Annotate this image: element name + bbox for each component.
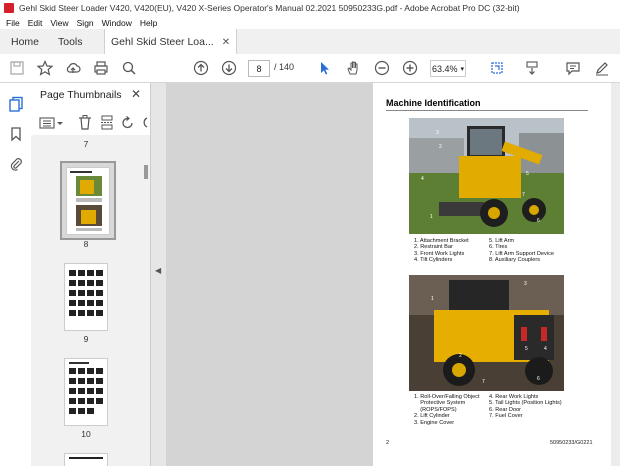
zoom-out-icon[interactable]	[372, 58, 392, 78]
thumbnail-label-7: 7	[83, 139, 89, 149]
save-icon[interactable]	[7, 58, 27, 78]
svg-text:6: 6	[537, 376, 540, 382]
svg-text:1: 1	[431, 296, 434, 302]
select-cursor-icon[interactable]	[314, 58, 334, 78]
svg-text:2: 2	[439, 144, 442, 150]
zoom-in-icon[interactable]	[400, 58, 420, 78]
next-page-icon[interactable]	[219, 58, 239, 78]
zoom-level-value: 63.4%	[431, 63, 458, 74]
thumbnails-scrollbar[interactable]	[143, 135, 150, 466]
more-tools-icon[interactable]	[141, 115, 149, 130]
menu-help[interactable]: Help	[140, 18, 157, 28]
bookmark-star-icon[interactable]	[35, 58, 55, 78]
svg-text:5: 5	[526, 171, 529, 177]
cloud-upload-icon[interactable]	[63, 58, 83, 78]
window-title: Gehl Skid Steer Loader V420, V420(EU), V…	[19, 3, 520, 13]
page-thumbnails-icon[interactable]	[8, 96, 24, 112]
tab-home[interactable]: Home	[11, 29, 39, 54]
acrobat-app-icon	[4, 3, 14, 13]
svg-text:6: 6	[537, 218, 540, 224]
thumbnail-label-8: 8	[83, 239, 89, 249]
tab-document-label: Gehl Skid Steer Loa...	[111, 36, 214, 48]
page-footer-number: 2	[386, 440, 390, 446]
pen-sign-icon[interactable]	[592, 58, 612, 78]
hand-tool-icon[interactable]	[343, 58, 363, 78]
thumbnails-scrollbar-thumb[interactable]	[144, 165, 148, 179]
svg-text:7: 7	[522, 192, 525, 198]
thumbnail-label-9: 9	[83, 334, 89, 344]
thumbnail-page-8-image	[66, 167, 110, 235]
bookmarks-icon[interactable]	[8, 126, 24, 142]
menu-view[interactable]: View	[50, 18, 68, 28]
rear-view-photo: 1 3 2 5 4 7 6	[409, 275, 564, 391]
tab-tools[interactable]: Tools	[58, 29, 83, 54]
menu-edit[interactable]: Edit	[28, 18, 43, 28]
heading-rule	[386, 110, 588, 111]
tab-bar: Home Tools Gehl Skid Steer Loa... ✕	[0, 29, 620, 55]
menu-sign[interactable]: Sign	[77, 18, 94, 28]
thumbnail-page-8[interactable]	[60, 161, 116, 240]
svg-text:2: 2	[459, 353, 462, 359]
rotate-page-icon[interactable]	[121, 115, 135, 130]
svg-text:3: 3	[524, 281, 527, 287]
page-number-input[interactable]: 8	[248, 60, 270, 77]
menu-file[interactable]: File	[6, 18, 20, 28]
thumbnail-page-9[interactable]	[64, 263, 108, 331]
previous-page-icon[interactable]	[191, 58, 211, 78]
tab-document[interactable]: Gehl Skid Steer Loa... ✕	[104, 29, 238, 55]
svg-text:5: 5	[525, 346, 528, 352]
close-panel-icon[interactable]: ✕	[131, 87, 141, 101]
navigation-rail	[0, 83, 32, 466]
attachment-paperclip-icon[interactable]	[8, 156, 24, 172]
page-total: / 140	[274, 62, 295, 72]
delete-page-icon[interactable]	[78, 115, 92, 130]
legend-rear-right: 4. Rear Work Lights 5. Tail Lights (Posi…	[489, 394, 562, 420]
svg-text:7: 7	[482, 379, 485, 385]
zoom-level-dropdown[interactable]: 63.4% ▾	[430, 60, 466, 77]
page-footer-doc-id: 50950233/G0221	[550, 440, 593, 446]
page-display-icon[interactable]	[487, 58, 507, 78]
search-icon[interactable]	[119, 58, 139, 78]
thumbnails-list: 7 8 9 10	[31, 135, 143, 466]
extract-pages-icon[interactable]	[100, 115, 114, 130]
document-scrollbar[interactable]	[611, 83, 620, 466]
thumbnail-page-11[interactable]	[64, 453, 108, 466]
toolbar: 8 / 140 63.4% ▾	[0, 54, 620, 83]
svg-text:1: 1	[430, 214, 433, 220]
menu-bar: File Edit View Sign Window Help	[0, 16, 620, 29]
legend-rear-left: 1. Roll-Over/Falling Object Protective S…	[414, 394, 480, 426]
legend-front-right: 5. Lift Arm 6. Tires 7. Lift Arm Support…	[489, 238, 554, 264]
collapse-panel-arrow-icon[interactable]: ◀	[155, 266, 161, 275]
document-view: Machine Identification 3 2 4 1 5 6 7 1. Attac…	[166, 83, 620, 466]
comment-icon[interactable]	[563, 58, 583, 78]
chevron-down-icon: ▾	[460, 65, 465, 73]
legend-front-left: 1. Attachment Bracket 2. Restraint Bar 3…	[414, 238, 469, 264]
panel-title: Page Thumbnails	[40, 89, 122, 101]
print-icon[interactable]	[91, 58, 111, 78]
menu-window[interactable]: Window	[102, 18, 132, 28]
svg-text:4: 4	[421, 176, 424, 182]
thumbnail-options-icon[interactable]	[39, 116, 65, 130]
title-bar: Gehl Skid Steer Loader V420, V420(EU), V…	[0, 0, 620, 16]
thumbnail-label-10: 10	[81, 429, 91, 439]
scroll-mode-icon[interactable]	[522, 58, 542, 78]
pdf-page: Machine Identification 3 2 4 1 5 6 7 1. Attac…	[373, 83, 620, 466]
panel-toolbar	[31, 111, 150, 136]
thumbnail-page-10[interactable]	[64, 358, 108, 426]
svg-text:3: 3	[436, 130, 439, 136]
svg-text:4: 4	[544, 346, 547, 352]
front-view-photo: 3 2 4 1 5 6 7	[409, 118, 564, 234]
close-tab-icon[interactable]: ✕	[222, 37, 230, 48]
page-heading: Machine Identification	[386, 98, 481, 108]
